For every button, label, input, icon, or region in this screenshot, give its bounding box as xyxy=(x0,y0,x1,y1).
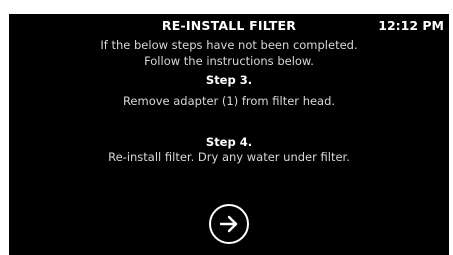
next-button[interactable] xyxy=(209,204,249,244)
display-screen: RE-INSTALL FILTER 12:12 PM If the below … xyxy=(9,14,449,255)
arrow-right-icon xyxy=(219,215,238,233)
step-3-label: Step 3. xyxy=(205,73,253,87)
step-3-text: Remove adapter (1) from filter head. xyxy=(122,94,336,108)
clock-time: 12:12 PM xyxy=(378,18,444,33)
step-4-text: Re-install filter. Dry any water under f… xyxy=(108,150,350,164)
intro-line-1: If the below steps have not been complet… xyxy=(100,38,358,52)
intro-line-2: Follow the instructions below. xyxy=(144,54,314,68)
step-4-label: Step 4. xyxy=(205,135,253,149)
